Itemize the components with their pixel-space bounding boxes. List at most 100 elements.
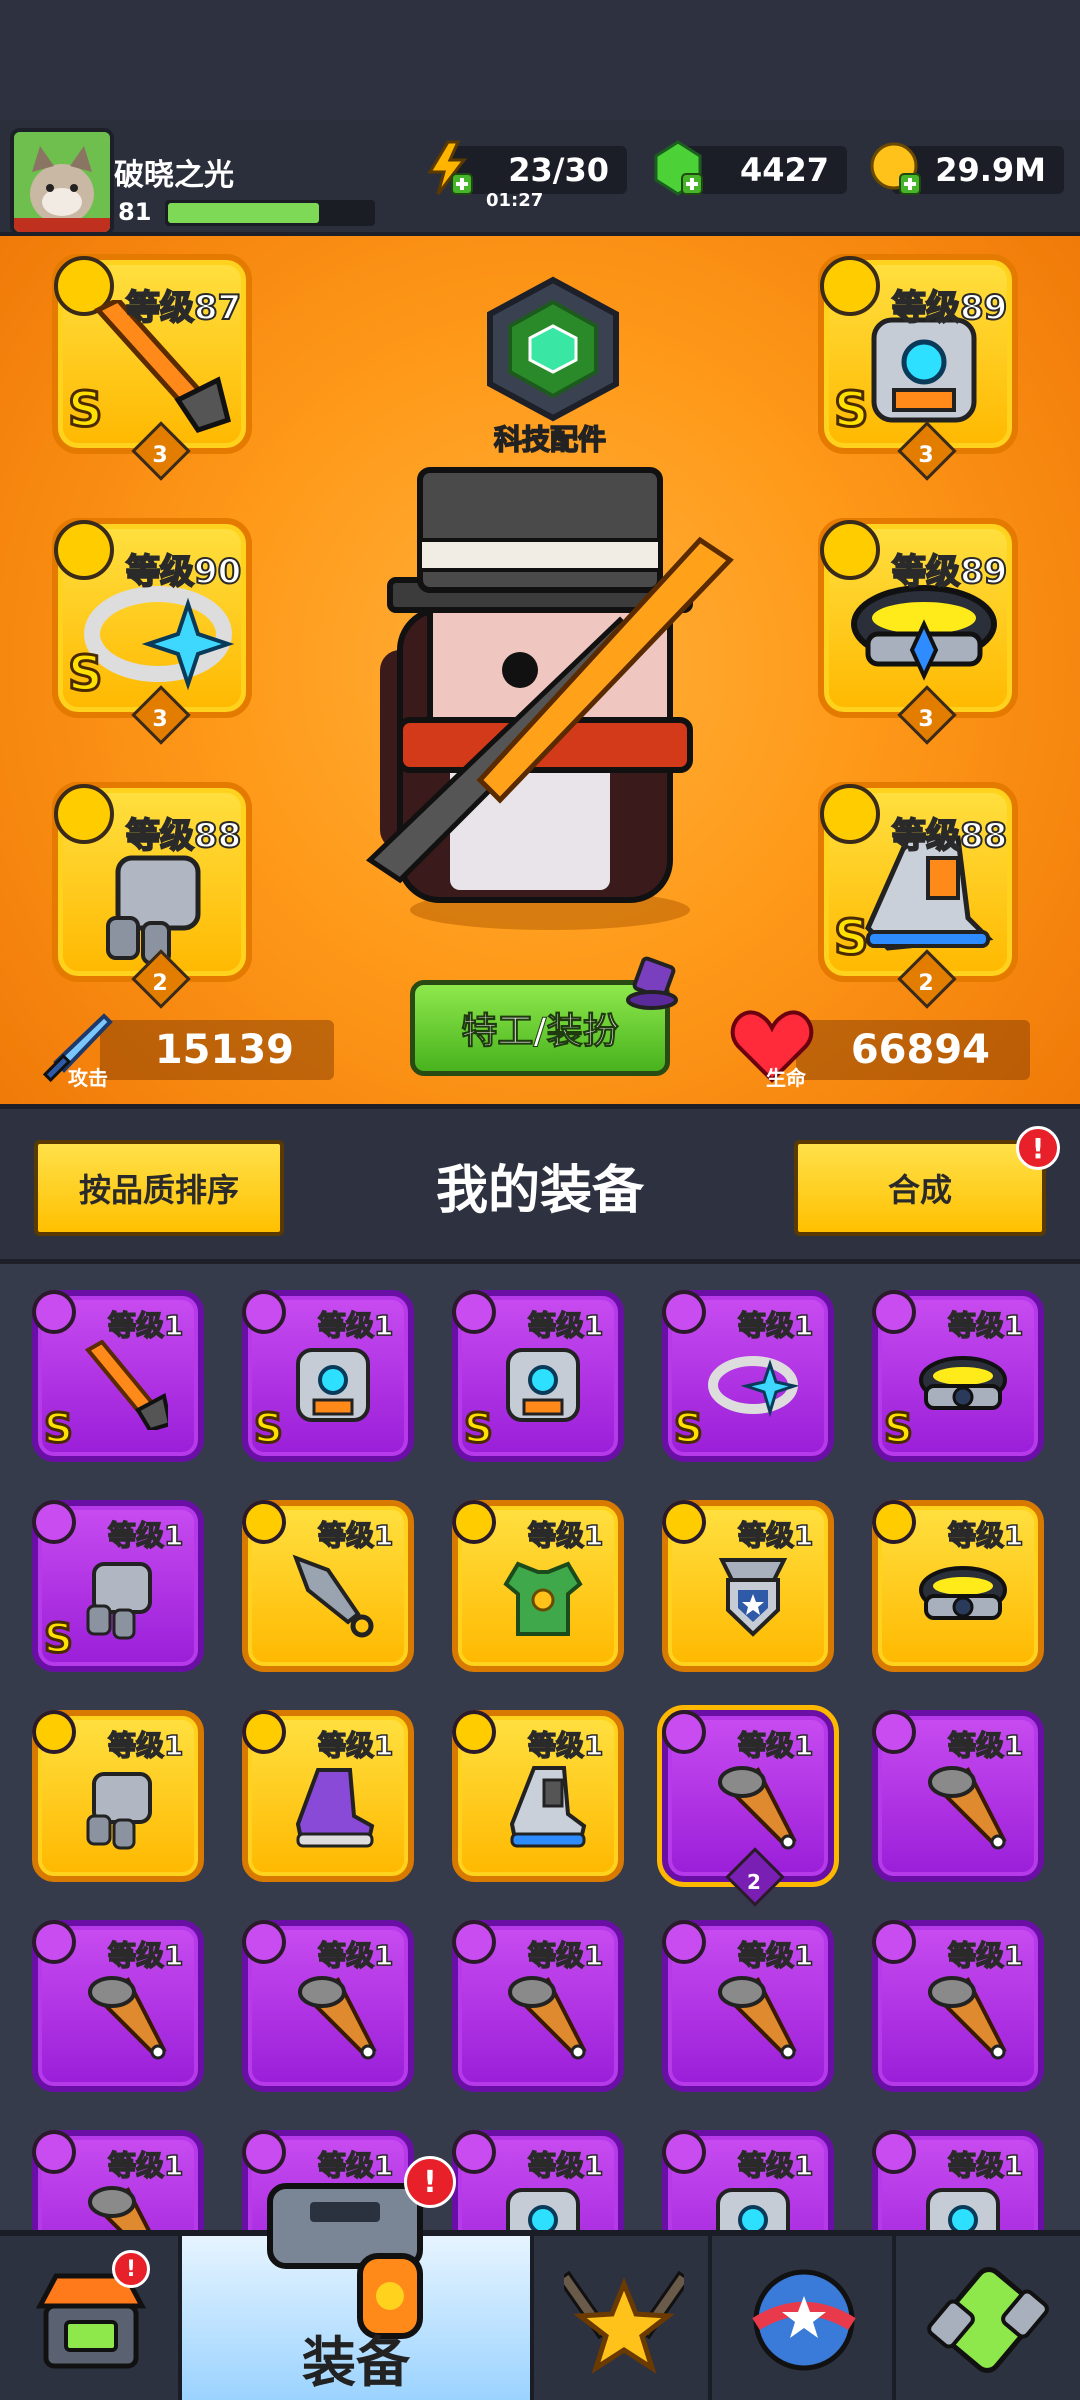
item-level: 等级1: [737, 1308, 814, 1343]
equip-slot-belt[interactable]: 等级89 3: [818, 518, 1018, 745]
inventory-item[interactable]: 等级1 S: [242, 1290, 414, 1462]
item-type-icon: [242, 1500, 286, 1544]
item-level: 等级1: [317, 1308, 394, 1343]
item-type-icon: [242, 1710, 286, 1754]
gauntlet-icon: [86, 1562, 152, 1640]
nav-gene[interactable]: [896, 2236, 1080, 2400]
item-level: 等级1: [527, 1938, 604, 1973]
inventory-item[interactable]: 等级1: [872, 2130, 1044, 2230]
item-rank: S: [673, 1405, 705, 1454]
item-level: 等级1: [107, 1938, 184, 1973]
agent-character[interactable]: [360, 460, 740, 930]
item-level: 等级1: [317, 1728, 394, 1763]
inventory-item[interactable]: 等级1: [662, 1920, 834, 2092]
item-type-icon: [32, 1710, 76, 1754]
lightning-icon: [427, 140, 473, 195]
cat-avatar-icon: [14, 132, 110, 232]
equip-slot-glove[interactable]: 等级88 2: [52, 782, 252, 1009]
item-level: 等级1: [947, 1728, 1024, 1763]
equip-slot-ring[interactable]: 等级90 S 3: [52, 518, 252, 745]
armor-icon: [716, 2188, 790, 2230]
item-type-icon: [662, 2130, 706, 2174]
item-type-icon: [872, 2130, 916, 2174]
item-type-icon: [662, 1710, 706, 1754]
gauntlet-icon: [86, 1772, 152, 1850]
xp-bar-fill: [168, 203, 319, 223]
item-level: 等级1: [107, 1518, 184, 1553]
player-level: 81: [118, 198, 152, 226]
item-type-icon: [32, 1290, 76, 1334]
item-level: 等级1: [107, 2148, 184, 2183]
merge-button[interactable]: 合成: [794, 1140, 1046, 1236]
armor-icon: [296, 1348, 370, 1422]
equip-slot-armor[interactable]: 等级89 S 3: [818, 254, 1018, 481]
inventory-item[interactable]: 等级1: [452, 1710, 624, 1882]
item-level: 等级1: [527, 1518, 604, 1553]
vest-icon: [503, 1561, 583, 1636]
item-rank: S: [43, 1615, 75, 1664]
cone-icon: [928, 1766, 1007, 1850]
boots-icon: [509, 1766, 587, 1848]
item-level: 等级1: [107, 1308, 184, 1343]
inventory-item[interactable]: 等级1: [452, 1920, 624, 2092]
star-count: 3: [152, 443, 168, 468]
inventory-title: 我的装备: [435, 1161, 644, 1221]
inventory-item[interactable]: 等级1 S: [872, 1290, 1044, 1462]
equip-slot-boots[interactable]: 等级88 S 2: [818, 782, 1018, 1009]
equip-slot-weapon[interactable]: 等级87 S 3: [52, 254, 252, 481]
merge-button-label: 合成: [887, 1171, 952, 1209]
player-name: 破晓之光: [114, 158, 234, 193]
inventory-item[interactable]: 等级1 2: [657, 1705, 839, 1907]
slot-level: 等级88: [125, 815, 242, 857]
hat-icon: [626, 956, 678, 1010]
energy-counter[interactable]: 23/30: [452, 146, 627, 194]
inventory-item[interactable]: 等级1 S: [32, 1500, 204, 1672]
item-type-icon: [452, 1290, 496, 1334]
item-type-icon: [32, 2130, 76, 2174]
nav-shop[interactable]: !: [0, 2236, 182, 2400]
inventory-item[interactable]: 等级1 S: [32, 1290, 204, 1462]
inventory-item[interactable]: 等级1 S: [452, 1290, 624, 1462]
slot-level: 等级89: [891, 287, 1008, 329]
inventory-item[interactable]: 等级1: [32, 1710, 204, 1882]
inventory-item[interactable]: 等级1: [452, 1500, 624, 1672]
item-level: 等级1: [737, 1518, 814, 1553]
item-rank: S: [463, 1405, 495, 1454]
nav-star-ball[interactable]: [712, 2236, 896, 2400]
inventory-item[interactable]: 等级1: [872, 1500, 1044, 1672]
hp-value: 66894: [850, 1027, 990, 1073]
pendant-icon: [718, 1558, 788, 1637]
inventory-item[interactable]: 等级1: [242, 1920, 414, 2092]
item-type-icon: [452, 1710, 496, 1754]
sneaker-icon: [295, 1768, 375, 1848]
inventory-item[interactable]: 等级1: [242, 1710, 414, 1882]
inventory-item[interactable]: 等级1: [242, 1500, 414, 1672]
item-level: 等级1: [947, 1938, 1024, 1973]
inventory-item[interactable]: 等级1: [452, 2130, 624, 2230]
inventory-item[interactable]: 等级1: [872, 1710, 1044, 1882]
inventory-item[interactable]: 等级1: [32, 2130, 204, 2230]
item-type-icon: [872, 1290, 916, 1334]
item-type-icon: [662, 1290, 706, 1334]
star-count: 3: [152, 707, 168, 732]
item-level: 等级1: [737, 2148, 814, 2183]
inventory-item[interactable]: 等级1: [32, 1920, 204, 2092]
equipment-alert-badge: !: [404, 2156, 456, 2208]
attack-value: 15139: [154, 1027, 294, 1073]
player-avatar[interactable]: [10, 128, 114, 236]
costume-button-label: 特工/装扮: [461, 1011, 619, 1053]
tech-accessory-icon[interactable]: [478, 274, 628, 424]
inventory-item[interactable]: 等级1 S: [662, 1290, 834, 1462]
inventory-item[interactable]: 等级1: [662, 1500, 834, 1672]
item-type-icon: [32, 1920, 76, 1964]
tech-accessory-label: 科技配件: [493, 422, 607, 457]
item-level: 等级1: [947, 2148, 1024, 2183]
sort-by-quality-button[interactable]: 按品质排序: [34, 1140, 284, 1236]
nav-battle[interactable]: [530, 2236, 712, 2400]
inventory-item[interactable]: 等级1: [662, 2130, 834, 2230]
status-bar: [0, 0, 1080, 120]
inventory-item[interactable]: 等级1: [872, 1920, 1044, 2092]
cone-icon: [298, 1976, 377, 2060]
kunai-icon: [292, 1554, 374, 1638]
slot-level: 等级90: [125, 551, 242, 593]
